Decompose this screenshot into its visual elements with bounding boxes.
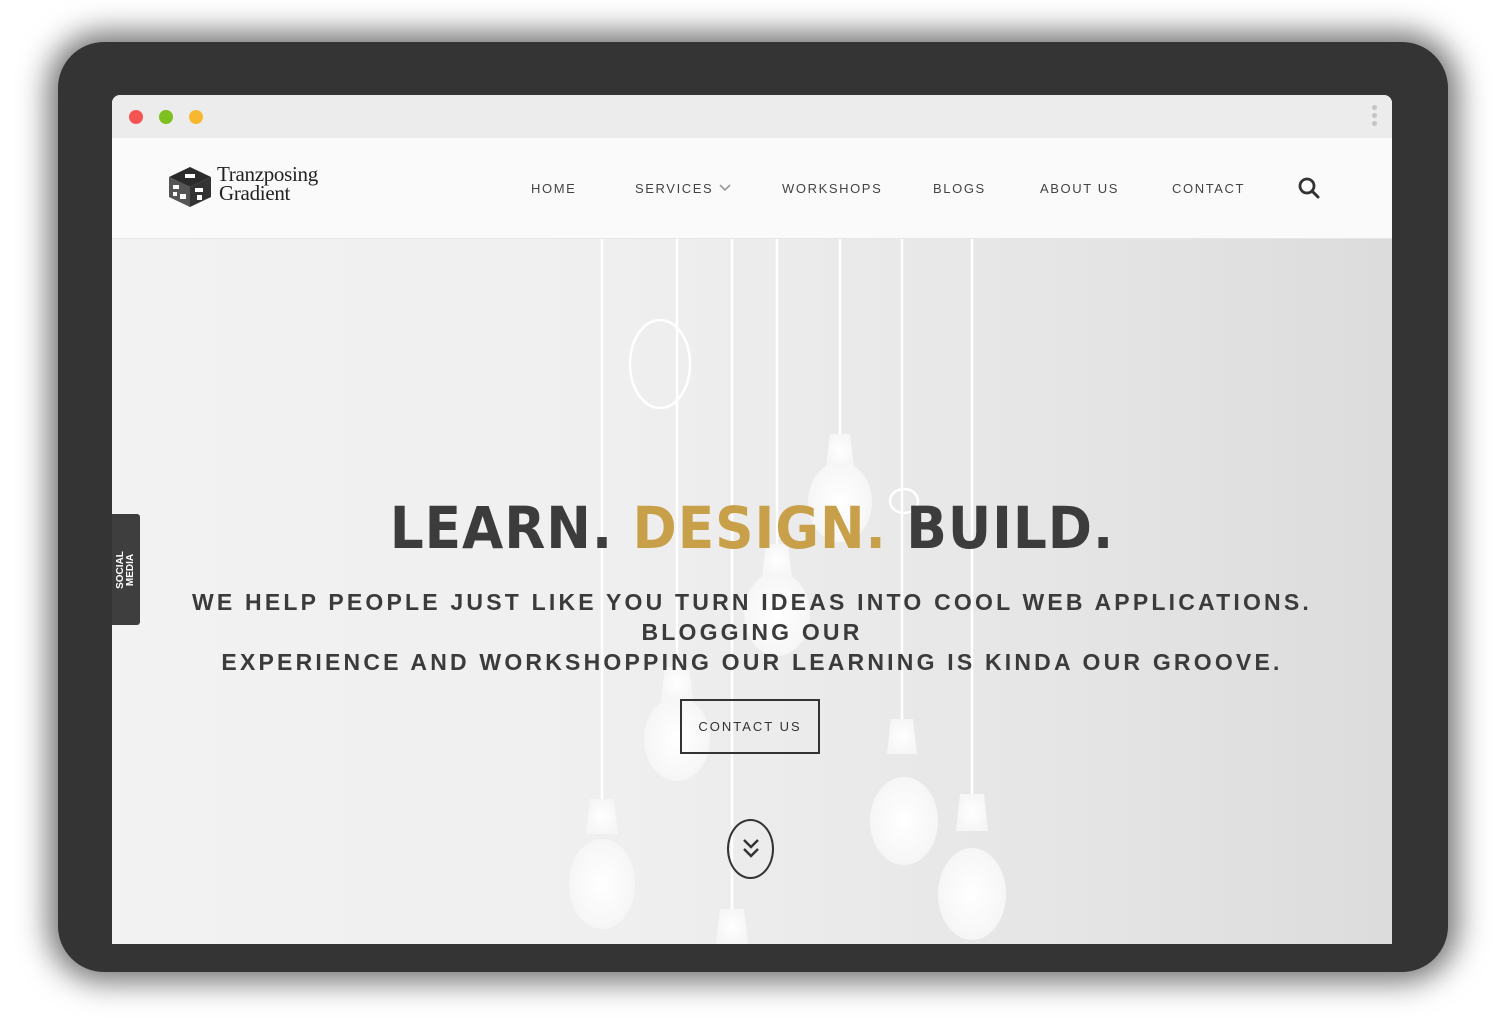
nav-services-label: SERVICES xyxy=(635,181,714,196)
minimize-dot[interactable] xyxy=(159,110,173,124)
close-dot[interactable] xyxy=(129,110,143,124)
nav-blogs[interactable]: BLOGS xyxy=(933,181,986,196)
nav-workshops[interactable]: WORKSHOPS xyxy=(782,181,882,196)
headline-build: BUILD. xyxy=(906,494,1115,562)
search-icon[interactable] xyxy=(1297,176,1321,200)
contact-us-button[interactable]: CONTACT US xyxy=(680,699,820,754)
hero-subtitle-line-1: WE HELP PEOPLE JUST LIKE YOU TURN IDEAS … xyxy=(191,589,1312,645)
headline-learn: LEARN. xyxy=(389,494,614,562)
browser-window: Tranzposing Gradient HOME SERVICES WORKS… xyxy=(112,95,1392,944)
site-header: Tranzposing Gradient HOME SERVICES WORKS… xyxy=(112,138,1392,239)
main-nav: HOME SERVICES WORKSHOPS BLOGS ABOUT US C… xyxy=(112,138,1392,238)
double-chevron-down-icon xyxy=(743,839,759,858)
hero-subtitle: WE HELP PEOPLE JUST LIKE YOU TURN IDEAS … xyxy=(132,587,1372,677)
nav-home[interactable]: HOME xyxy=(531,181,576,196)
nav-services[interactable]: SERVICES xyxy=(635,181,731,196)
nav-about-us[interactable]: ABOUT US xyxy=(1040,181,1119,196)
hero-section: SOCIAL MEDIA LEARN. DESIGN. BUILD. WE HEL… xyxy=(112,239,1392,944)
hero-subtitle-line-2: EXPERIENCE AND WORKSHOPPING OUR LEARNING… xyxy=(221,649,1283,675)
maximize-dot[interactable] xyxy=(189,110,203,124)
hero-headline: LEARN. DESIGN. BUILD. xyxy=(163,494,1341,562)
social-media-label: SOCIAL MEDIA xyxy=(115,551,136,589)
nav-contact[interactable]: CONTACT xyxy=(1172,181,1245,196)
scroll-down-button[interactable] xyxy=(727,819,774,879)
title-bar xyxy=(112,95,1392,138)
headline-design: DESIGN. xyxy=(632,494,887,562)
social-media-label-line-2: MEDIA xyxy=(125,553,136,586)
kebab-menu-icon[interactable] xyxy=(1372,105,1378,129)
chevron-down-icon xyxy=(719,184,731,192)
